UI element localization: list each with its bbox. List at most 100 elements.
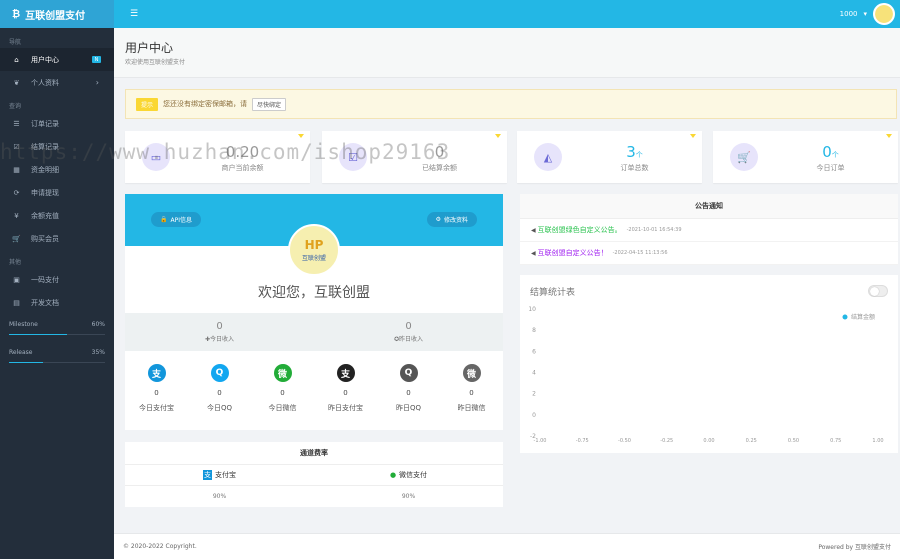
caret-down-icon: ▾ xyxy=(863,10,867,18)
channel-rate: 90% xyxy=(401,492,416,500)
wechat-icon: 微 xyxy=(462,364,481,382)
sidebar-item[interactable]: ▤ 开发文档 xyxy=(0,291,114,314)
y-tick-label: 8 xyxy=(532,327,536,334)
sidebar-item[interactable]: ¥ 余额充值 xyxy=(0,204,114,227)
avatar[interactable] xyxy=(873,3,895,25)
list-icon[interactable]: ☰ xyxy=(130,9,138,19)
notice-text[interactable]: 互联创盟自定义公告！ xyxy=(538,248,608,258)
payment-stat: 微 0 昨日微信 xyxy=(440,356,503,426)
sidebar: 导航 ⌂ 用户中心 N ❦ 个人资料 › 查询 ☰ 订单记录 ☑ 结算记录 ▦ 资金明细 ⟳ 申请提现 ¥ 余额充… xyxy=(0,28,114,559)
x-tick-label: -0.25 xyxy=(660,438,673,444)
top-bar: ₿ 互联创盟支付 ☰ 1000 ▾ xyxy=(0,0,900,28)
progress-value: 60% xyxy=(91,321,105,328)
yen-icon: ¥ xyxy=(14,211,19,220)
stat-number: 0 xyxy=(822,143,832,161)
y-tick-label: 4 xyxy=(532,370,536,377)
progress-value: 35% xyxy=(91,349,105,356)
copyright: © 2020-2022 Copyright. xyxy=(123,543,197,550)
x-tick-label: -0.75 xyxy=(576,438,589,444)
bullhorn-icon: ◀ xyxy=(531,249,536,257)
payment-stat: Q 0 今日QQ xyxy=(188,356,251,426)
edit-profile-button[interactable]: ⚙ 修改资料 xyxy=(426,212,477,227)
alipay-icon: 支 xyxy=(147,364,166,382)
chevron-right-icon: › xyxy=(95,78,99,87)
stat-card: ☑ 0 已结算余额 xyxy=(322,131,507,183)
payment-label: 今日支付宝 xyxy=(139,404,174,412)
notice-panel: 公告通知 ◀ 互联创盟绿色自定义公告。 -2021-10-01 16:54:39 ◀ 互… xyxy=(520,194,898,265)
book-icon: ▤ xyxy=(13,298,20,307)
bind-email-button[interactable]: 尽快绑定 xyxy=(252,97,287,111)
x-tick-label: -0.50 xyxy=(618,438,631,444)
x-tick-label: -1.00 xyxy=(534,438,547,444)
profile-card: 🔒 API信息 ⚙ 修改资料 HP 互联创盟 欢迎您，互联创盟 0 ✚今日收入 0 ✪昨日… xyxy=(125,194,503,430)
check-icon: ☑ xyxy=(13,142,20,151)
stat-number: 0.20 xyxy=(225,143,260,161)
stat-caption: 今日订单 xyxy=(816,164,845,172)
sidebar-item[interactable]: ⌂ 用户中心 N xyxy=(0,48,114,71)
edit-profile-label: 修改资料 xyxy=(443,217,468,224)
progress-label: Milestone xyxy=(9,321,38,328)
notice-text[interactable]: 互联创盟绿色自定义公告。 xyxy=(538,225,622,235)
payment-value: 0 xyxy=(343,389,348,397)
notice-item[interactable]: ◀ 互联创盟自定义公告！ -2022-04-15 11:13:56 xyxy=(520,242,898,265)
sidebar-item[interactable]: ⟳ 申请提现 xyxy=(0,181,114,204)
brand[interactable]: ₿ 互联创盟支付 xyxy=(0,0,114,28)
sidebar-item-label: 结算记录 xyxy=(31,142,59,151)
qq-icon: Q xyxy=(399,364,418,382)
cart-icon: 🛒 xyxy=(730,143,758,171)
footer: © 2020-2022 Copyright. Powered by 互联创盟支付 xyxy=(114,533,900,559)
alipay-icon: 支 xyxy=(203,470,212,480)
stat-card: ◭ 3个 订单总数 xyxy=(517,131,702,183)
x-tick-label: 0.50 xyxy=(788,438,799,444)
sidebar-item[interactable]: ▣ 一码支付 xyxy=(0,268,114,291)
x-tick-label: 0.00 xyxy=(703,438,714,444)
page-header: 用户中心 欢迎使用互联创盟支付 xyxy=(114,28,900,78)
sidebar-item-label: 申请提现 xyxy=(31,188,59,197)
api-info-button[interactable]: 🔒 API信息 xyxy=(151,212,201,227)
table-icon: ▦ xyxy=(13,165,20,174)
page-title: 用户中心 xyxy=(125,41,174,55)
chart-toggle[interactable] xyxy=(868,285,888,297)
income-label-text: 今日收入 xyxy=(210,336,235,343)
progress-track xyxy=(9,334,105,335)
brand-title: 互联创盟支付 xyxy=(25,10,86,22)
payment-stat: 支 0 昨日支付宝 xyxy=(314,356,377,426)
profile-logo: HP 互联创盟 xyxy=(288,224,340,276)
sidebar-item-label: 个人资料 xyxy=(31,78,59,87)
stat-number: 0 xyxy=(434,143,445,161)
chart-title: 结算统计表 xyxy=(530,288,576,298)
payment-label: 昨日支付宝 xyxy=(328,404,363,412)
sidebar-item[interactable]: ❦ 个人资料 › xyxy=(0,71,114,94)
x-tick-label: 0.25 xyxy=(746,438,757,444)
sidebar-item[interactable]: ☰ 订单记录 xyxy=(0,112,114,135)
payment-stat: Q 0 昨日QQ xyxy=(377,356,440,426)
user-menu[interactable]: 1000 ▾ xyxy=(840,3,895,25)
sidebar-item[interactable]: ☑ 结算记录 xyxy=(0,135,114,158)
bullhorn-icon: ◀ xyxy=(531,226,536,234)
refresh-icon: ⟳ xyxy=(13,188,20,197)
channel-name: ● 微信支付 xyxy=(314,470,503,480)
wechat-icon: ● xyxy=(389,471,397,479)
progress-milestone: Milestone 60% xyxy=(0,318,114,346)
payment-value: 0 xyxy=(217,389,222,397)
stat-unit: 个 xyxy=(831,151,839,159)
lock-icon: 🔒 xyxy=(160,216,168,223)
stat-value: 0 xyxy=(417,143,462,161)
notice-date: -2022-04-15 11:13:56 xyxy=(612,250,668,256)
legend-label: 结算金额 xyxy=(851,313,875,321)
stat-value: 0个 xyxy=(808,143,853,161)
notice-item[interactable]: ◀ 互联创盟绿色自定义公告。 -2021-10-01 16:54:39 xyxy=(520,219,898,242)
corner-marker xyxy=(886,134,892,138)
user-name: 1000 xyxy=(839,10,858,18)
sidebar-section-title: 导航 xyxy=(9,38,22,46)
alert-text: 您还没有绑定密保邮箱，请 xyxy=(163,100,248,108)
sidebar-item[interactable]: 🛒 购买会员 xyxy=(0,227,114,250)
qrcode-icon: ▣ xyxy=(13,275,20,284)
stat-caption: 已结算余额 xyxy=(422,164,457,172)
sidebar-item[interactable]: ▦ 资金明细 xyxy=(0,158,114,181)
page-subtitle: 欢迎使用互联创盟支付 xyxy=(125,59,186,66)
qq-icon: Q xyxy=(210,364,229,382)
sidebar-section-title: 查询 xyxy=(9,102,22,110)
channel-name: 支支付宝 xyxy=(125,470,314,480)
settlement-chart: 结算统计表 10 8 6 4 2 0 -2 -1.00 -0.75 -0.50 -0.25 0.00 0… xyxy=(520,275,898,453)
